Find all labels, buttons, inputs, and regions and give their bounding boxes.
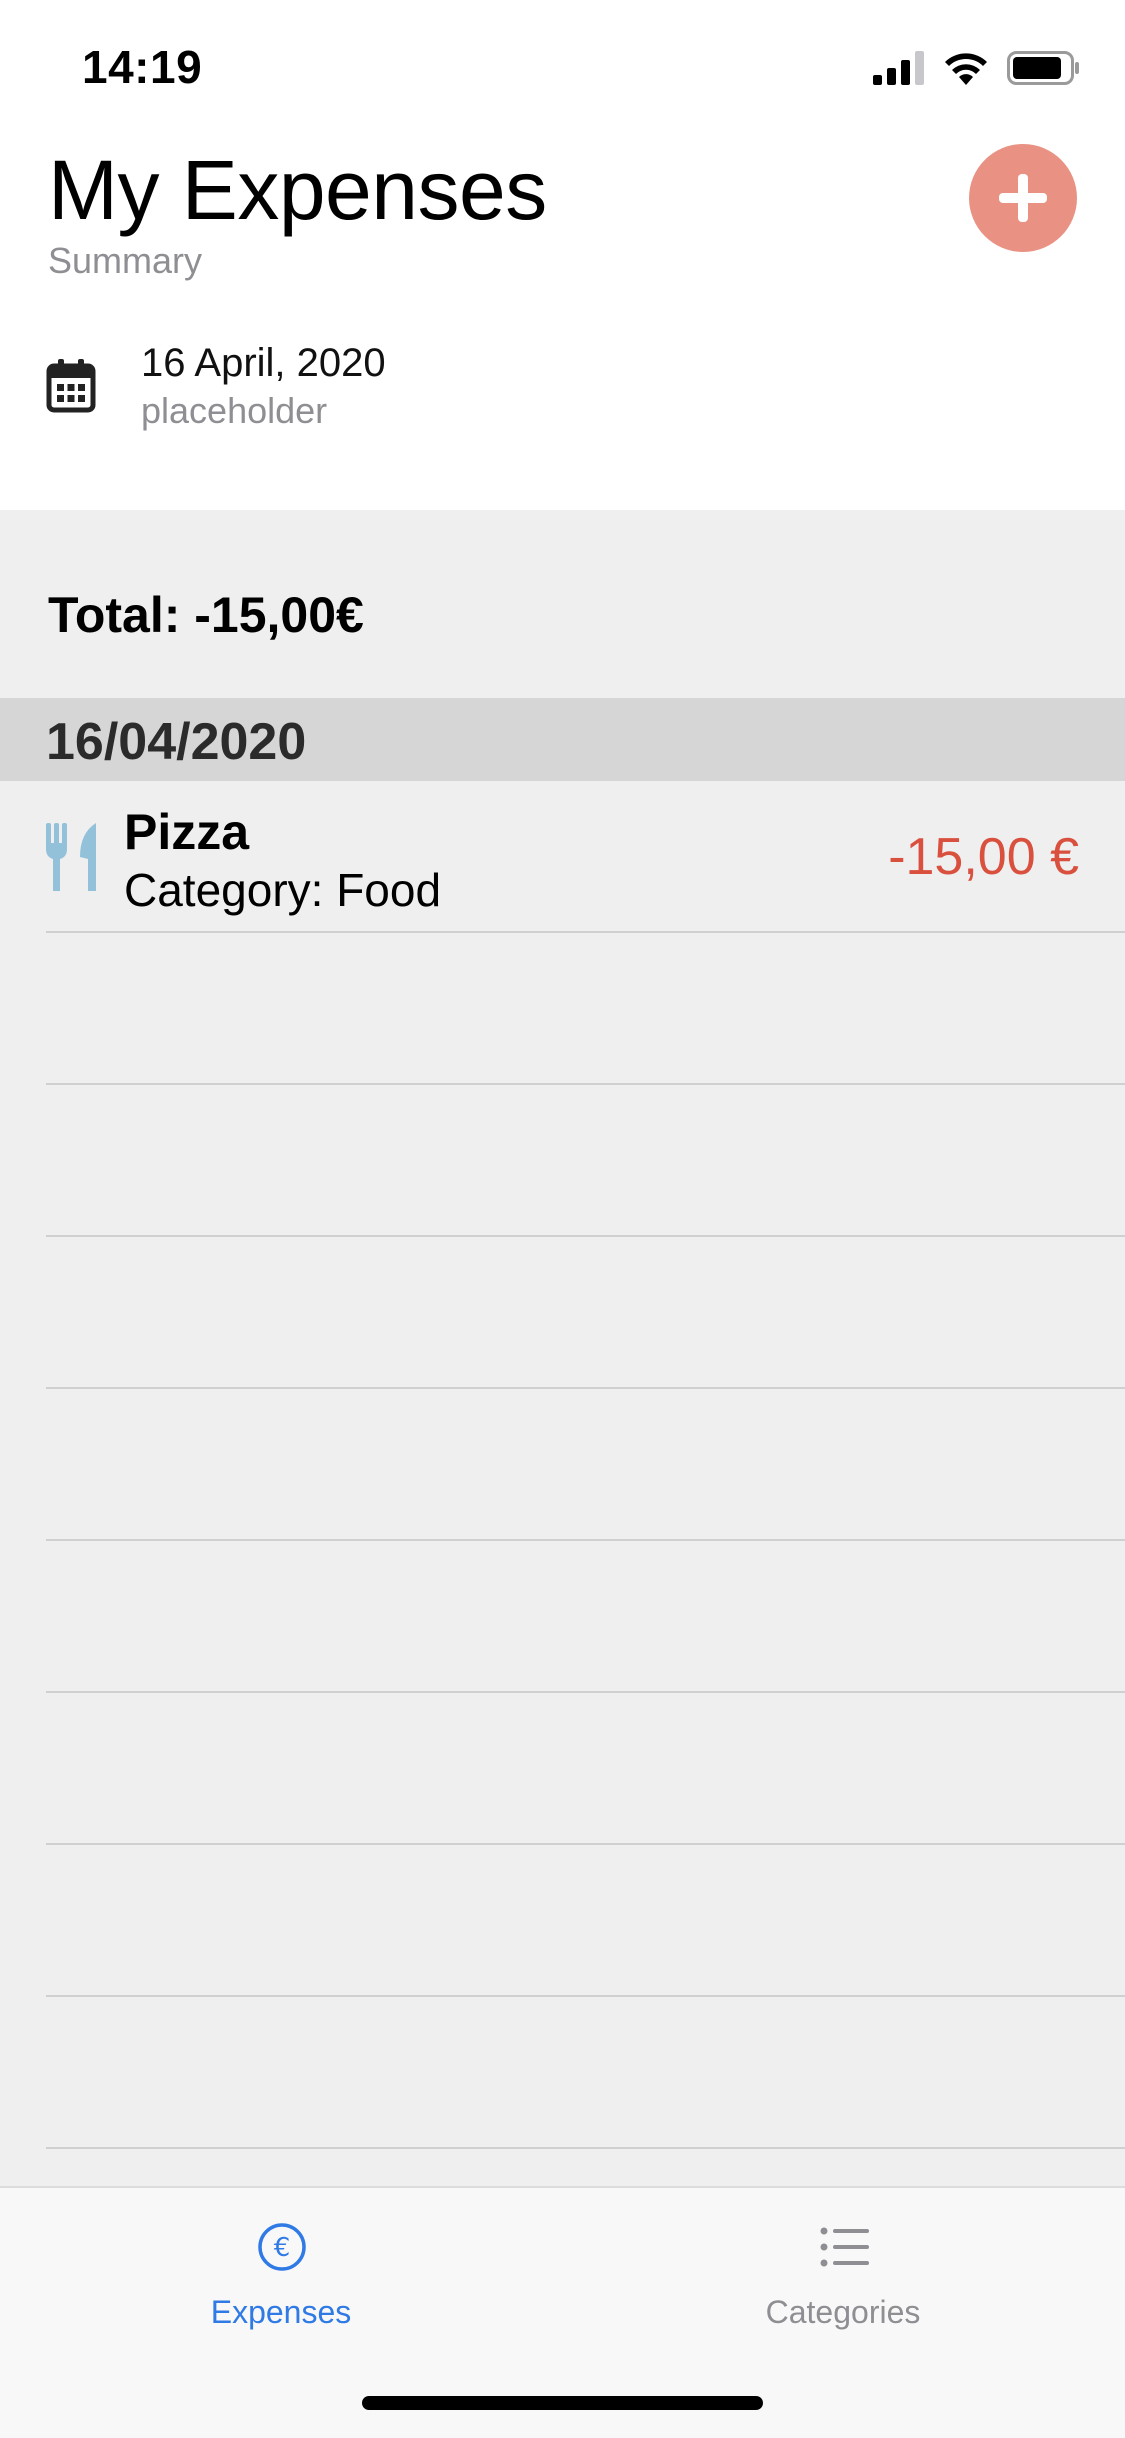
- expense-row[interactable]: Pizza Category: Food -15,00 €: [0, 781, 1125, 933]
- calendar-icon[interactable]: [46, 358, 96, 419]
- empty-row: [0, 1845, 1125, 1997]
- empty-row: [0, 1085, 1125, 1237]
- empty-row: [0, 1693, 1125, 1845]
- empty-row: [0, 1389, 1125, 1541]
- add-expense-button[interactable]: [969, 144, 1077, 252]
- status-icons: [873, 48, 1081, 88]
- empty-row: [0, 1237, 1125, 1389]
- cellular-signal-icon: [873, 51, 924, 85]
- selected-date[interactable]: 16 April, 2020: [141, 341, 386, 386]
- header: 14:19 My Expenses Summary 16 April, 2020…: [0, 0, 1125, 510]
- page-title: My Expenses: [48, 143, 547, 237]
- section-date: 16/04/2020: [46, 713, 307, 771]
- date-placeholder: placeholder: [141, 390, 328, 431]
- empty-row: [0, 1997, 1125, 2149]
- wifi-icon: [945, 53, 987, 85]
- fork-knife-icon: [44, 823, 102, 896]
- section-header: 16/04/2020: [0, 698, 1125, 781]
- tab-categories-label: Categories: [765, 2294, 921, 2330]
- tab-expenses-label: Expenses: [210, 2294, 352, 2330]
- plus-icon: [999, 174, 1047, 222]
- empty-row: [0, 1541, 1125, 1693]
- expense-category: Category: Food: [124, 864, 442, 916]
- euro-circle-icon: €: [258, 2223, 306, 2271]
- total-amount: Total: -15,00€: [48, 587, 364, 643]
- page-subtitle: Summary: [48, 240, 203, 281]
- tab-categories[interactable]: Categories: [693, 2188, 993, 2338]
- list-icon: [820, 2227, 869, 2267]
- tab-expenses[interactable]: € Expenses: [131, 2188, 431, 2338]
- expense-amount: -15,00 €: [888, 828, 1079, 886]
- status-time: 14:19: [82, 41, 203, 93]
- home-indicator[interactable]: [362, 2396, 763, 2410]
- svg-text:€: €: [274, 2233, 291, 2263]
- battery-icon: [1007, 51, 1079, 85]
- row-divider: [46, 2147, 1125, 2149]
- expense-name: Pizza: [124, 804, 250, 860]
- empty-row: [0, 933, 1125, 1085]
